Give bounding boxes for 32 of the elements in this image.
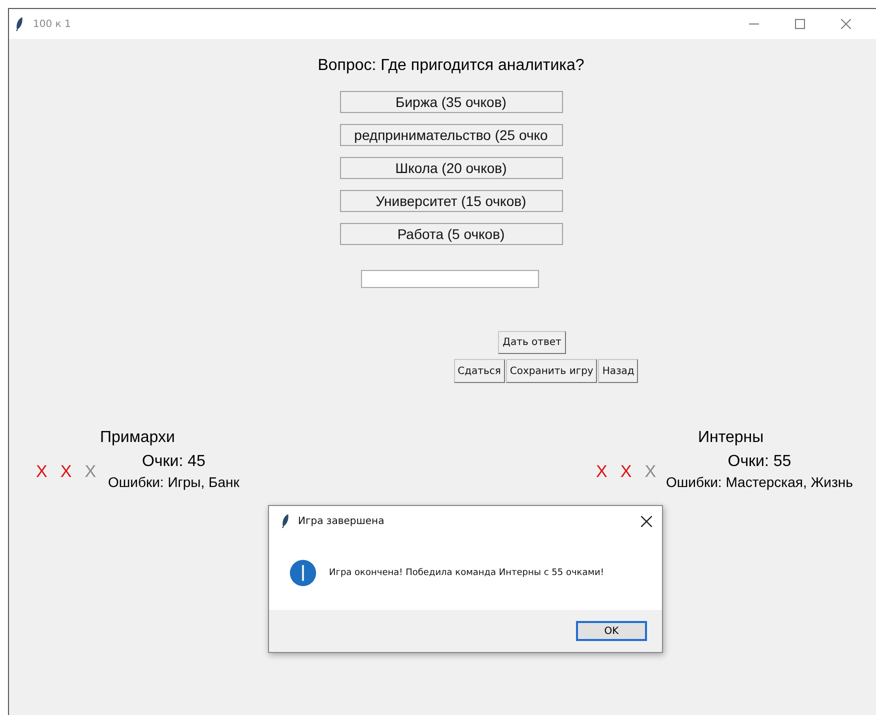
answer-button[interactable]: Биржа (35 очков)	[340, 91, 562, 113]
team-name: Примархи	[100, 429, 176, 447]
strike-mark: X	[644, 462, 656, 482]
surrender-button[interactable]: Сдаться	[454, 359, 505, 383]
ok-button[interactable]: OK	[576, 621, 647, 641]
answer-button[interactable]: редпринимательство (25 очко	[340, 124, 562, 146]
feather-icon	[281, 514, 290, 528]
maximize-icon[interactable]	[795, 19, 805, 29]
answer-button[interactable]: Университет (15 очков)	[340, 190, 562, 212]
strike-mark: X	[596, 462, 608, 482]
question-text: Вопрос: Где пригодится аналитика?	[318, 57, 584, 75]
close-icon[interactable]	[641, 516, 652, 526]
team-errors: Ошибки: Мастерская, Жизнь	[666, 474, 853, 490]
strike-mark: X	[620, 462, 632, 482]
strike-mark: X	[60, 462, 72, 482]
feather-icon	[15, 17, 24, 31]
answer-button[interactable]: Работа (5 очков)	[340, 223, 562, 245]
back-button[interactable]: Назад	[598, 359, 638, 383]
answer-button[interactable]: Школа (20 очков)	[340, 157, 562, 179]
team-errors: Ошибки: Игры, Банк	[108, 474, 240, 490]
save-game-button[interactable]: Сохранить игру	[506, 359, 598, 383]
team-score: Очки: 55	[728, 453, 792, 471]
answer-button[interactable]: Дать ответ	[498, 331, 566, 354]
dialog-message: Игра окончена! Победила команда Интерны с 55 очками!	[329, 568, 604, 578]
answer-field[interactable]	[361, 270, 539, 288]
window-title: 100 к 1	[33, 18, 71, 30]
dialog-title: Игра завершена	[298, 516, 384, 526]
strike-mark: X	[84, 462, 96, 482]
team-name: Интерны	[698, 429, 765, 447]
team-score: Очки: 45	[142, 453, 206, 471]
strike-mark: X	[36, 462, 48, 482]
info-icon	[289, 559, 317, 587]
